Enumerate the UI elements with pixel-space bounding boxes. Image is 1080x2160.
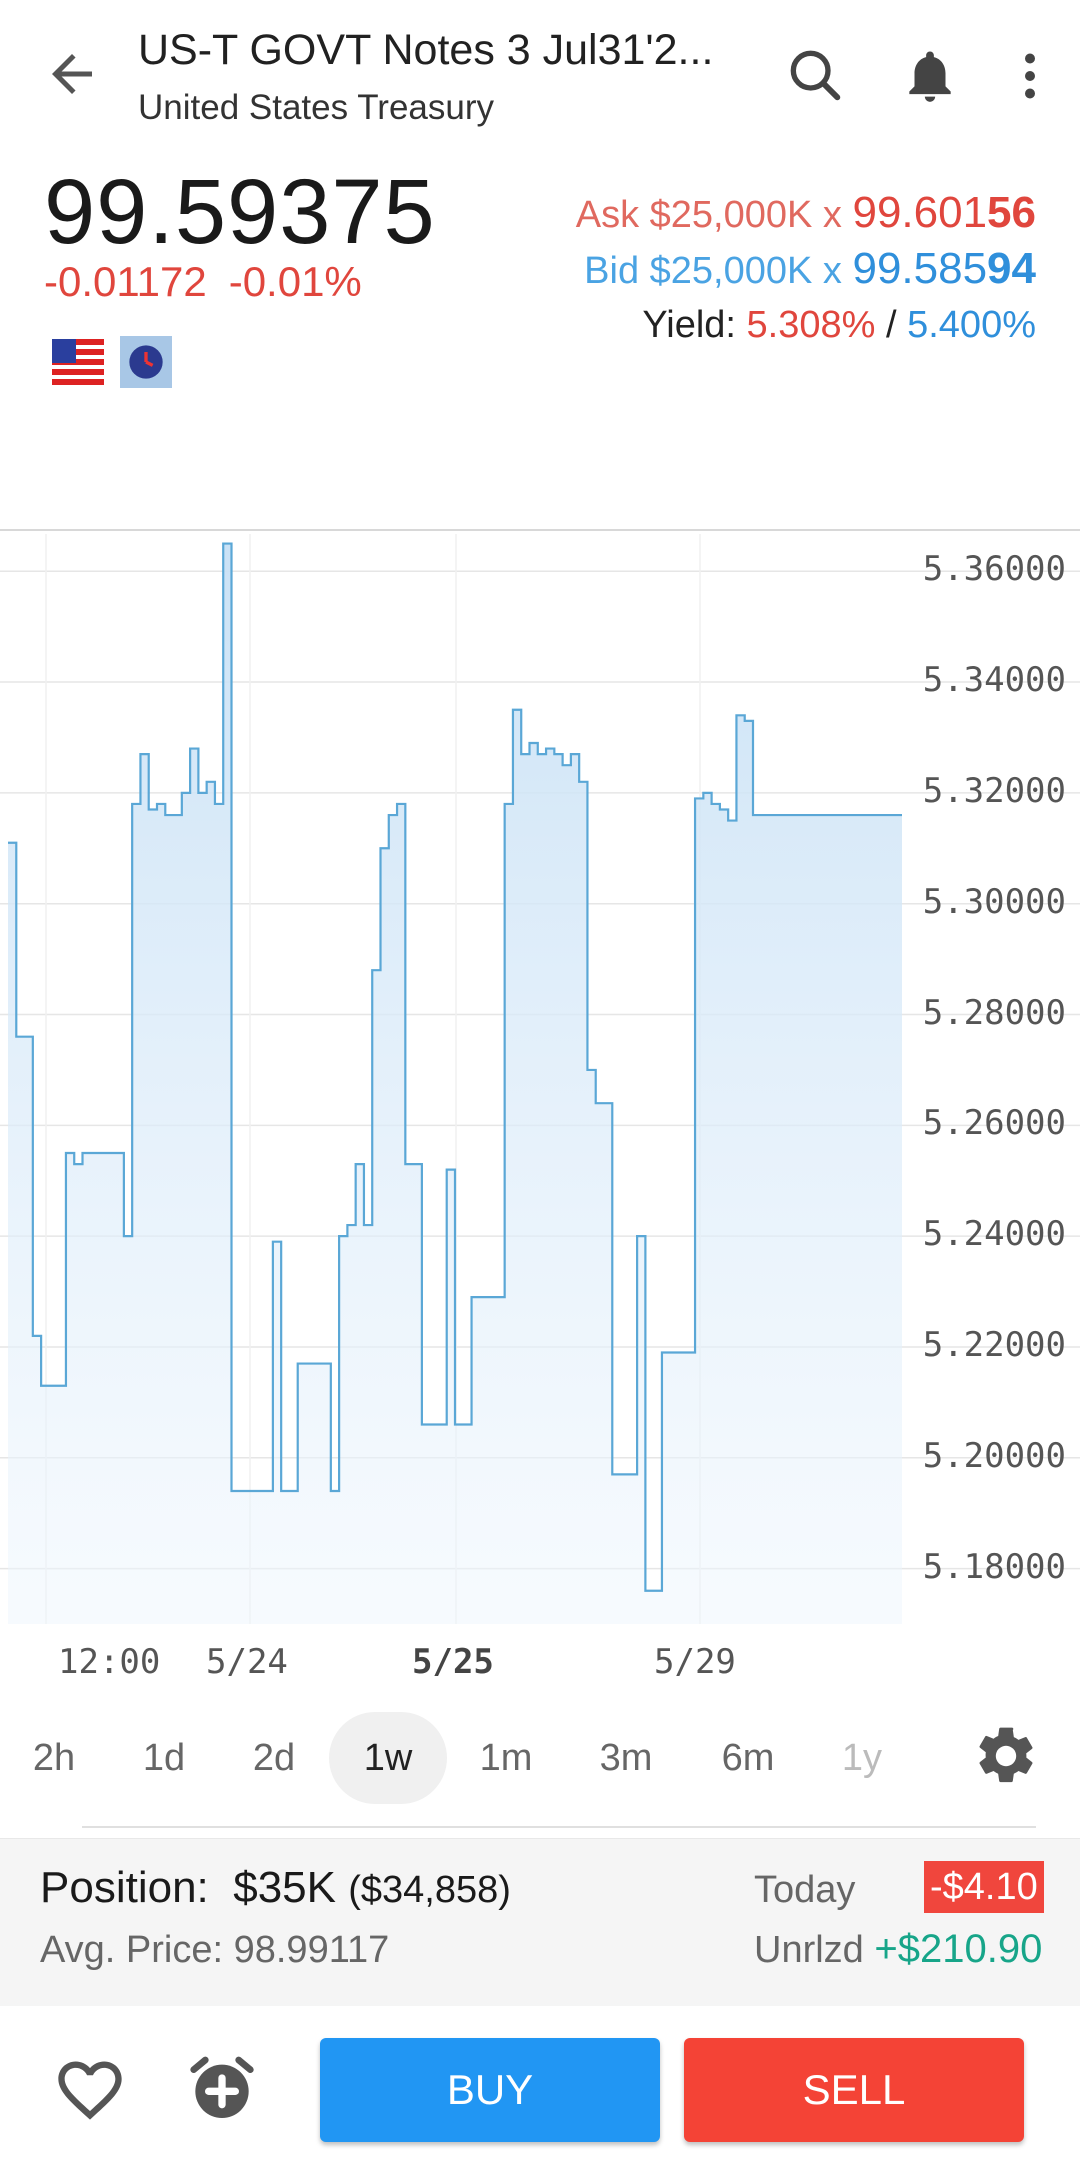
ask-label: Ask bbox=[575, 194, 640, 236]
y-tick-label: 5.36000 bbox=[922, 549, 1066, 590]
bid-size: $25,000K x bbox=[649, 250, 842, 292]
bid-label: Bid bbox=[584, 250, 640, 292]
bid-ask-panel: Ask $25,000K x 99.60156 Bid $25,000K x 9… bbox=[576, 186, 1036, 352]
range-tab-1m[interactable]: 1m bbox=[461, 1712, 551, 1804]
y-tick-label: 5.26000 bbox=[922, 1103, 1066, 1144]
yield-bid: 5.400% bbox=[907, 304, 1036, 346]
y-tick-label: 5.20000 bbox=[922, 1435, 1066, 1476]
page-subtitle: United States Treasury bbox=[138, 88, 494, 127]
more-vert-icon[interactable] bbox=[990, 36, 1070, 116]
chart-svg bbox=[0, 529, 1080, 1625]
y-tick-label: 5.24000 bbox=[922, 1214, 1066, 1255]
market-hours-clock-icon[interactable] bbox=[120, 336, 172, 388]
search-icon[interactable] bbox=[776, 36, 856, 116]
avg-price-value: 98.99117 bbox=[233, 1929, 390, 1971]
y-tick-label: 5.22000 bbox=[922, 1324, 1066, 1365]
app-screen: US-T GOVT Notes 3 Jul31'2... United Stat… bbox=[0, 0, 1080, 2160]
position-value: $35K bbox=[233, 1863, 336, 1912]
range-tab-1d[interactable]: 1d bbox=[119, 1712, 209, 1804]
range-selector: 2h 1d 2d 1w 1m 3m 6m 1y bbox=[0, 1708, 1080, 1804]
y-tick-label: 5.28000 bbox=[922, 992, 1066, 1033]
ask-size: $25,000K x bbox=[649, 194, 842, 236]
ask-price: 99.601 bbox=[852, 188, 988, 237]
chart-settings-gear-icon[interactable] bbox=[968, 1718, 1044, 1794]
range-tab-2h[interactable]: 2h bbox=[9, 1712, 99, 1804]
action-bar: BUY SELL bbox=[0, 2006, 1080, 2160]
bid-row: Bid $25,000K x 99.58594 bbox=[576, 242, 1036, 298]
avg-price-label: Avg. Price: bbox=[40, 1929, 224, 1971]
page-title: US-T GOVT Notes 3 Jul31'2... bbox=[138, 26, 714, 74]
position-summary: Position: $35K ($34,858) bbox=[40, 1863, 511, 1913]
last-price: 99.59375 bbox=[44, 161, 436, 263]
position-panel[interactable]: Position: $35K ($34,858) Avg. Price: 98.… bbox=[0, 1838, 1080, 2006]
divider bbox=[82, 1826, 1036, 1828]
y-tick-label: 5.34000 bbox=[922, 660, 1066, 701]
unrealized-value: +$210.90 bbox=[874, 1927, 1043, 1971]
price-chart[interactable]: 5.36000 5.34000 5.32000 5.30000 5.28000 5.260… bbox=[0, 526, 1080, 1682]
bid-price-tail: 94 bbox=[987, 244, 1036, 293]
chart-area bbox=[8, 543, 902, 1625]
position-exact: ($34,858) bbox=[348, 1869, 511, 1911]
today-pnl: -$4.10 bbox=[924, 1861, 1044, 1913]
range-tab-1y: 1y bbox=[841, 1736, 883, 1779]
ask-row: Ask $25,000K x 99.60156 bbox=[576, 186, 1036, 242]
price-change: -0.01172 -0.01% bbox=[44, 258, 362, 306]
position-label: Position: bbox=[40, 1863, 209, 1912]
yield-label: Yield: bbox=[642, 304, 736, 346]
y-tick-label: 5.30000 bbox=[922, 881, 1066, 922]
us-flag-icon bbox=[52, 336, 104, 388]
bell-icon[interactable] bbox=[890, 36, 970, 116]
heart-icon[interactable] bbox=[50, 2050, 130, 2130]
header: US-T GOVT Notes 3 Jul31'2... United Stat… bbox=[0, 0, 1080, 150]
avg-price: Avg. Price: 98.99117 bbox=[40, 1929, 389, 1972]
x-tick-label: 12:00 bbox=[58, 1642, 161, 1682]
yield-row: Yield: 5.308% / 5.400% bbox=[576, 298, 1036, 352]
ask-price-tail: 56 bbox=[987, 188, 1036, 237]
alarm-add-icon[interactable] bbox=[180, 2046, 264, 2130]
back-arrow-icon[interactable] bbox=[34, 36, 110, 112]
today-label: Today bbox=[754, 1869, 856, 1911]
x-tick-label: 5/29 bbox=[654, 1642, 736, 1682]
range-tab-6m[interactable]: 6m bbox=[703, 1712, 793, 1804]
y-tick-label: 5.32000 bbox=[922, 770, 1066, 811]
y-tick-label: 5.18000 bbox=[922, 1546, 1066, 1587]
range-tab-2d[interactable]: 2d bbox=[229, 1712, 319, 1804]
yield-ask: 5.308% bbox=[746, 304, 876, 346]
range-tab-3m[interactable]: 3m bbox=[581, 1712, 671, 1804]
x-tick-label: 5/24 bbox=[206, 1642, 288, 1682]
unrealized-label: Unrlzd bbox=[754, 1929, 864, 1971]
unrealized-pnl: Unrlzd +$210.90 bbox=[754, 1927, 1042, 1972]
change-amount: -0.01172 bbox=[44, 258, 207, 305]
buy-button[interactable]: BUY bbox=[320, 2038, 660, 2142]
bid-price: 99.585 bbox=[852, 244, 988, 293]
change-percent: -0.01% bbox=[228, 258, 362, 305]
badges bbox=[52, 336, 172, 388]
x-tick-label: 5/25 bbox=[412, 1642, 494, 1682]
range-tab-1w[interactable]: 1w bbox=[329, 1712, 447, 1804]
sell-button[interactable]: SELL bbox=[684, 2038, 1024, 2142]
yield-separator: / bbox=[885, 304, 897, 346]
